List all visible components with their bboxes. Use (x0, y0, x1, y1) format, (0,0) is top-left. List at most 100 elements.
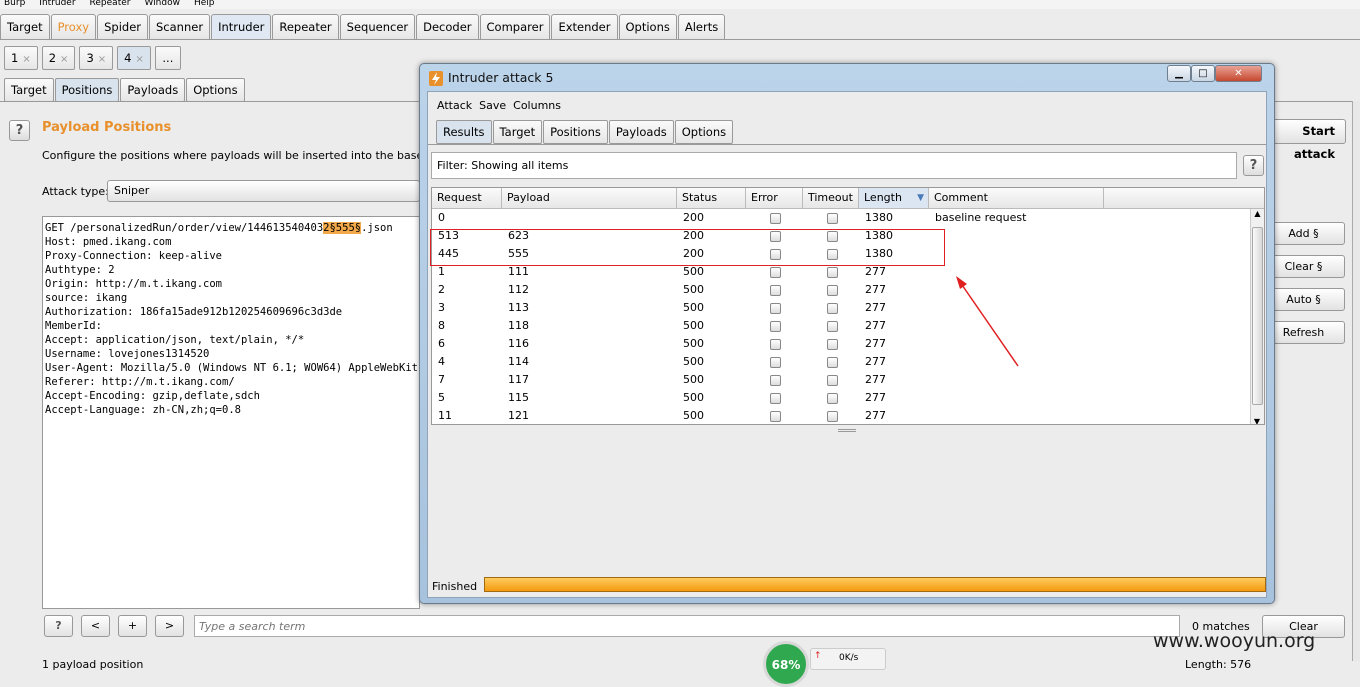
cell-payload (502, 209, 677, 227)
cell-comment (929, 245, 1104, 263)
tab-spider[interactable]: Spider (97, 14, 148, 39)
close-window-icon[interactable]: ✕ (1215, 65, 1262, 82)
tab-extender[interactable]: Extender (551, 14, 618, 39)
tab-intruder[interactable]: Intruder (211, 14, 272, 39)
cell-length: 277 (865, 355, 886, 368)
tab-proxy[interactable]: Proxy (50, 14, 97, 39)
tab-attack-positions[interactable]: Positions (543, 120, 608, 144)
tab-sequencer[interactable]: Sequencer (339, 14, 416, 39)
results-filter[interactable]: Filter: Showing all items (431, 152, 1237, 179)
subtab-target[interactable]: Target (4, 78, 54, 102)
column-request[interactable]: Request (432, 188, 502, 208)
attack-tab-2[interactable]: 2 × (41, 46, 76, 70)
menu-attack[interactable]: Attack (437, 99, 472, 112)
error-checkbox (770, 410, 781, 422)
cell-length: 277 (865, 409, 886, 422)
menu-burp[interactable]: Burp (4, 0, 25, 8)
subtab-options[interactable]: Options (186, 78, 245, 102)
scroll-down-icon[interactable]: ▼ (1251, 417, 1263, 424)
table-row[interactable]: 7 117 500 277 (432, 371, 1264, 389)
previous-button[interactable]: < (81, 615, 110, 637)
cell-timeout (803, 353, 859, 371)
speed-gauge[interactable]: 68% (763, 641, 809, 687)
scroll-thumb[interactable] (1252, 227, 1263, 405)
help-button[interactable]: ? (44, 615, 73, 637)
table-row[interactable]: 3 113 500 277 (432, 299, 1264, 317)
start-attack-button[interactable]: Start attack (1268, 119, 1346, 161)
tab-options[interactable]: Options (618, 14, 677, 39)
error-checkbox (770, 266, 781, 278)
close-icon[interactable]: × (98, 54, 106, 65)
cell-payload: 121 (508, 409, 529, 422)
close-icon[interactable]: × (135, 54, 143, 65)
tab-repeater[interactable]: Repeater (272, 14, 339, 39)
subtab-payloads[interactable]: Payloads (120, 78, 186, 102)
window-title: Intruder attack 5 (448, 70, 554, 85)
menu-repeater[interactable]: Repeater (90, 0, 131, 8)
attack-tab-more[interactable]: ... (154, 46, 181, 70)
column-error[interactable]: Error (746, 188, 803, 208)
add-button[interactable]: + (118, 615, 147, 637)
menu-save[interactable]: Save (479, 99, 506, 112)
close-icon[interactable]: × (60, 54, 68, 65)
tab-alerts[interactable]: Alerts (677, 14, 726, 39)
cell-timeout (803, 407, 859, 424)
outer-scrollbar[interactable] (1352, 101, 1360, 661)
table-row[interactable]: 4 114 500 277 (432, 353, 1264, 371)
column-payload[interactable]: Payload (502, 188, 677, 208)
cell-timeout (803, 299, 859, 317)
cell-comment (929, 371, 1104, 389)
maximize-icon[interactable]: □ (1191, 65, 1215, 82)
cell-status: 500 (683, 337, 704, 350)
request-editor[interactable]: GET /personalizedRun/order/view/14461354… (42, 216, 420, 609)
table-row[interactable]: 8 118 500 277 (432, 317, 1264, 335)
cell-request: 3 (438, 301, 445, 314)
main-tab-bar: Target Proxy Spider Scanner Intruder Rep… (0, 14, 726, 40)
column-status[interactable]: Status (677, 188, 746, 208)
column-timeout[interactable]: Timeout (803, 188, 859, 208)
close-icon[interactable]: × (22, 54, 30, 65)
attack-type-select[interactable]: Sniper (107, 180, 420, 202)
tab-results[interactable]: Results (436, 120, 492, 144)
attack-tab-1[interactable]: 1 × (4, 46, 38, 70)
next-button[interactable]: > (155, 615, 184, 637)
cell-status: 500 (683, 355, 704, 368)
column-length[interactable]: Length ▼ (859, 188, 929, 208)
attack-tab-4[interactable]: 4 × (117, 46, 151, 70)
tab-attack-target[interactable]: Target (492, 120, 543, 144)
attack-tabs: Results Target Positions Payloads Option… (436, 120, 734, 144)
cell-status: 500 (683, 373, 704, 386)
attack-tab-3[interactable]: 3 × (79, 46, 114, 70)
table-row[interactable]: 6 116 500 277 (432, 335, 1264, 353)
table-row[interactable]: 0 200 1380 baseline request (432, 209, 1264, 227)
timeout-checkbox (827, 338, 838, 350)
menu-intruder[interactable]: Intruder (39, 0, 75, 8)
menu-columns[interactable]: Columns (513, 99, 561, 112)
table-row[interactable]: 2 112 500 277 (432, 281, 1264, 299)
table-row[interactable]: 5 115 500 277 (432, 389, 1264, 407)
column-comment[interactable]: Comment (929, 188, 1104, 208)
help-icon[interactable]: ? (9, 120, 30, 141)
search-input[interactable] (194, 615, 1180, 637)
request-line: GET /personalizedRun/order/view/14461354… (45, 222, 324, 234)
tab-comparer[interactable]: Comparer (479, 14, 551, 39)
results-header: Request Payload Status Error Timeout Len… (432, 188, 1264, 209)
error-checkbox (770, 356, 781, 368)
menu-help[interactable]: Help (194, 0, 215, 8)
subtab-positions[interactable]: Positions (54, 78, 120, 102)
menu-window[interactable]: Window (144, 0, 180, 8)
table-row[interactable]: 11 121 500 277 (432, 407, 1264, 424)
attack-progress-bar (484, 577, 1266, 592)
tab-scanner[interactable]: Scanner (149, 14, 211, 39)
scroll-up-icon[interactable]: ▲ (1251, 209, 1264, 218)
split-handle[interactable] (838, 429, 856, 432)
tab-attack-options[interactable]: Options (674, 120, 734, 144)
help-icon[interactable]: ? (1243, 155, 1264, 176)
cell-length: 277 (865, 391, 886, 404)
tab-target[interactable]: Target (0, 14, 50, 39)
tab-attack-payloads[interactable]: Payloads (608, 120, 674, 144)
tab-decoder[interactable]: Decoder (416, 14, 479, 39)
results-scrollbar[interactable]: ▲ ▼ (1250, 209, 1264, 424)
minimize-icon[interactable]: ▁ (1167, 65, 1191, 82)
tab-divider (0, 39, 1360, 40)
